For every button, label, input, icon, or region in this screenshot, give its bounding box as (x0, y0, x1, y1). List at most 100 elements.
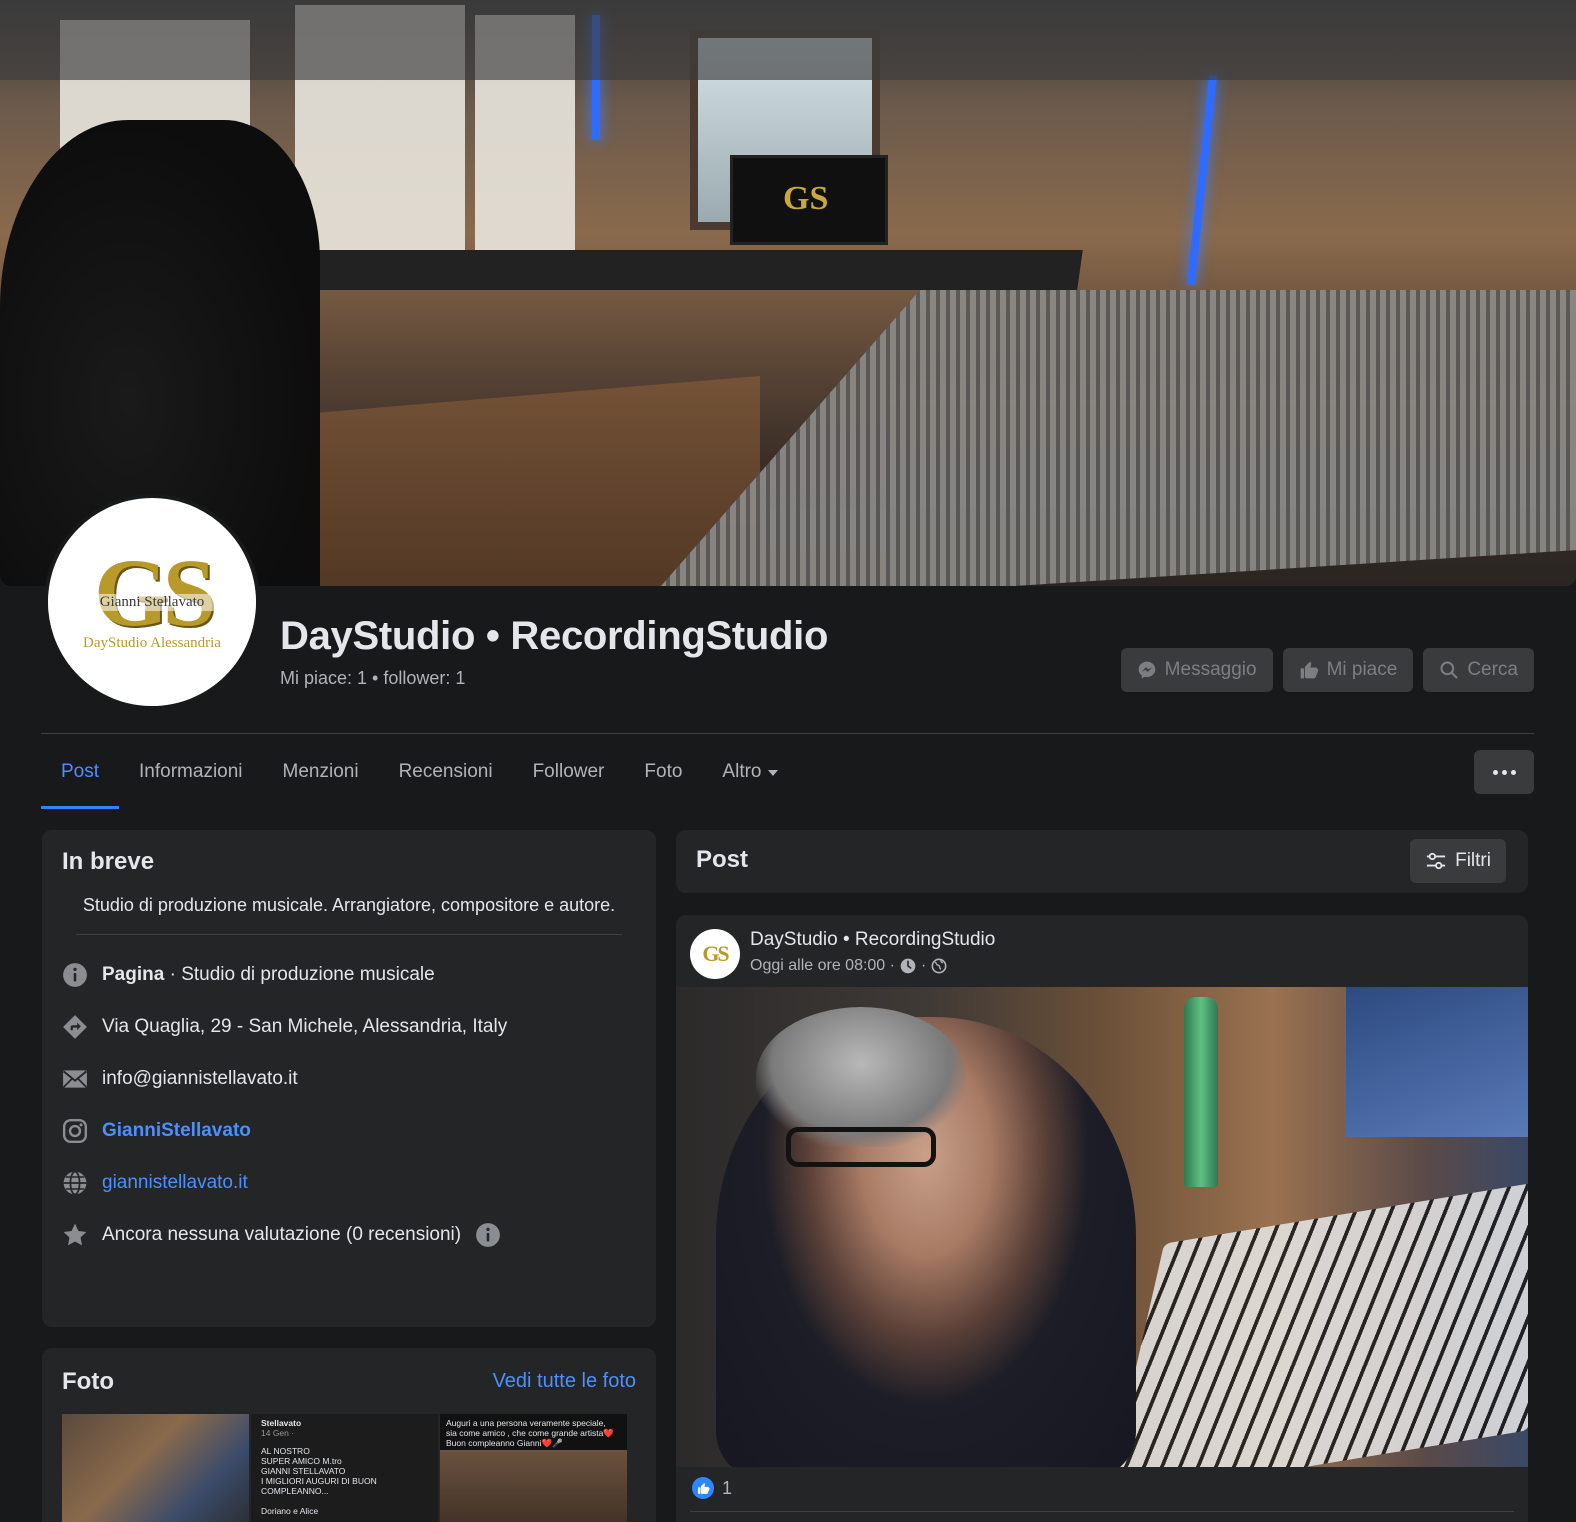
intro-description: Studio di produzione musicale. Arrangiat… (76, 892, 622, 935)
page-category: · Studio di produzione musicale (164, 964, 435, 985)
search-page-button[interactable]: Cerca (1423, 648, 1534, 692)
post-reactions[interactable]: 1 (692, 1477, 732, 1499)
post-photo[interactable] (676, 987, 1528, 1467)
tab-label: Informazioni (139, 761, 243, 782)
tab-informazioni[interactable]: Informazioni (119, 735, 263, 809)
info-instagram-row[interactable]: GianniStellavato (62, 1105, 636, 1157)
thumbnail-text (261, 1496, 428, 1506)
ellipsis-icon (1510, 769, 1516, 775)
tab-recensioni[interactable]: Recensioni (379, 735, 513, 809)
intro-card: In breve Studio di produzione musicale. … (42, 830, 656, 1327)
thumbnail-image (440, 1450, 627, 1522)
globe-icon (62, 1170, 88, 1196)
ellipsis-icon (1501, 769, 1507, 775)
thumbnail-text: Doriano e Alice (261, 1506, 319, 1516)
page-stats[interactable]: Mi piace: 1 • follower: 1 (280, 668, 465, 689)
email-text: info@giannistellavato.it (102, 1068, 298, 1089)
caret-down-icon (767, 770, 778, 776)
cover-photo[interactable]: GS (0, 0, 1576, 586)
info-rating-row: Ancora nessuna valutazione (0 recensioni… (62, 1209, 636, 1261)
page-actions: Messaggio Mi piace Cerca (1120, 648, 1534, 692)
tab-label: Post (61, 761, 100, 782)
thumbnail-text: Buon compleanno Gianni❤️🎤 (446, 1438, 563, 1448)
cover-monitor-logo: GS (783, 180, 829, 217)
directions-icon (62, 1014, 88, 1040)
photo-thumbnail[interactable]: Stellavato 14 Gen · AL NOSTRO SUPER AMIC… (251, 1414, 438, 1522)
cover-neon-light (1187, 75, 1217, 285)
photo-bottle (1184, 997, 1218, 1187)
photo-thumbnail[interactable] (62, 1414, 249, 1522)
post-author-name[interactable]: DayStudio • RecordingStudio (750, 929, 995, 951)
instagram-link[interactable]: GianniStellavato (102, 1120, 251, 1142)
header-divider (41, 733, 1534, 734)
avatar-name: Gianni Stellavato (48, 594, 256, 611)
info-address-row[interactable]: Via Quaglia, 29 - San Michele, Alessandr… (62, 1001, 636, 1053)
filters-button-label: Filtri (1455, 850, 1491, 871)
clock-icon (900, 958, 916, 974)
photos-card: Foto Vedi tutte le foto Stellavato 14 Ge… (42, 1348, 656, 1522)
post-timestamp[interactable]: Oggi alle ore 08:00 · (750, 957, 895, 975)
see-all-photos-link[interactable]: Vedi tutte le foto (493, 1370, 636, 1393)
more-options-button[interactable] (1474, 750, 1534, 794)
photo-person-glasses (786, 1127, 936, 1167)
thumbnail-text: Auguri a una persona veramente speciale, (446, 1418, 606, 1428)
page-tabs: Post Informazioni Menzioni Recensioni Fo… (41, 735, 798, 809)
avatar-monogram: GS (93, 538, 216, 646)
info-website-row[interactable]: giannistellavato.it (62, 1157, 636, 1209)
thumbnail-text: Stellavato (261, 1418, 302, 1428)
tab-label: Foto (644, 761, 683, 782)
tab-label: Recensioni (398, 761, 493, 782)
cover-monitor: GS (730, 155, 888, 245)
tab-post[interactable]: Post (41, 735, 120, 809)
like-page-button[interactable]: Mi piace (1282, 648, 1414, 692)
cover-top-overlay (0, 0, 1576, 80)
cover-desk (197, 250, 1083, 290)
rating-info-icon[interactable] (475, 1222, 501, 1248)
page-title: DayStudio • RecordingStudio (280, 614, 829, 658)
photo-thumbnail[interactable]: Auguri a una persona veramente speciale,… (440, 1414, 627, 1522)
post-divider (690, 1511, 1514, 1512)
message-button-label: Messaggio (1164, 659, 1257, 680)
photos-title: Foto (62, 1368, 114, 1395)
like-reaction-icon (692, 1477, 714, 1499)
message-button[interactable]: Messaggio (1120, 648, 1273, 692)
thumbnail-text: GIANNI STELLAVATO (261, 1466, 346, 1476)
page-type-label: Pagina (102, 964, 165, 985)
thumbnail-text: SUPER AMICO M.tro (261, 1456, 342, 1466)
website-link[interactable]: giannistellavato.it (102, 1172, 248, 1194)
search-icon (1440, 661, 1458, 679)
cover-mixing-console (640, 290, 1576, 586)
profile-avatar[interactable]: GS Gianni Stellavato DayStudio Alessandr… (44, 494, 260, 710)
tab-label: Menzioni (282, 761, 359, 782)
posts-header-card: Post Filtri (676, 830, 1528, 893)
messenger-icon (1138, 661, 1156, 679)
avatar-subtitle: DayStudio Alessandria (83, 634, 221, 651)
info-icon (62, 962, 88, 988)
tab-menzioni[interactable]: Menzioni (263, 735, 379, 809)
thumbs-up-icon (1300, 661, 1318, 679)
rating-text: Ancora nessuna valutazione (0 recensioni… (102, 1224, 462, 1245)
photo-thumbnails: Stellavato 14 Gen · AL NOSTRO SUPER AMIC… (62, 1414, 627, 1522)
photo-person-hair (756, 1007, 966, 1147)
info-email-row[interactable]: info@giannistellavato.it (62, 1053, 636, 1105)
photo-keyboard (1105, 1174, 1528, 1467)
thumbnail-text: sia come amico , che come grande artista… (446, 1428, 614, 1438)
filters-button[interactable]: Filtri (1410, 839, 1506, 883)
tab-follower[interactable]: Follower (513, 735, 625, 809)
tab-foto[interactable]: Foto (624, 735, 702, 809)
address-text: Via Quaglia, 29 - San Michele, Alessandr… (102, 1016, 508, 1037)
globe-icon (931, 958, 947, 974)
thumbnail-text: I MIGLIORI AUGURI DI BUON (261, 1476, 377, 1486)
intro-title: In breve (62, 848, 155, 875)
like-count: 1 (722, 1477, 733, 1498)
thumbnail-text: COMPLEANNO... (261, 1486, 329, 1496)
info-category-row: Pagina · Studio di produzione musicale (62, 949, 636, 1001)
tab-altro[interactable]: Altro (702, 735, 797, 809)
thumbnail-text: AL NOSTRO (261, 1446, 310, 1456)
meta-separator: · (920, 957, 927, 974)
thumbnail-text: 14 Gen · (261, 1428, 295, 1438)
photo-computer-screen (1346, 987, 1528, 1137)
search-page-button-label: Cerca (1467, 659, 1518, 680)
post-author-avatar[interactable]: GS (690, 929, 740, 979)
post-card: GS DayStudio • RecordingStudio Oggi alle… (676, 915, 1528, 1522)
